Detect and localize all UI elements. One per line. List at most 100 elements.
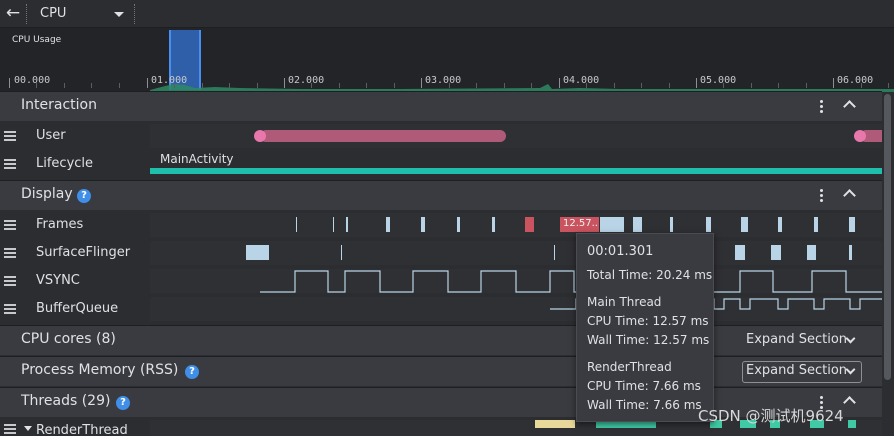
tooltip-timestamp: 00:01.301: [587, 244, 654, 259]
chevron-up-icon[interactable]: [843, 189, 856, 202]
axis-minor-tick: [669, 83, 670, 88]
help-icon[interactable]: ?: [185, 365, 199, 379]
bufferqueue-track: [150, 297, 882, 321]
lifecycle-track: MainActivity: [150, 152, 882, 176]
track-row-bufferqueue[interactable]: BufferQueue: [0, 295, 882, 323]
axis-minor-tick: [449, 83, 450, 88]
axis-minor-tick: [64, 83, 65, 88]
axis-minor-tick: [641, 83, 642, 88]
surfaceflinger-bar[interactable]: [341, 245, 342, 260]
drag-handle-icon[interactable]: [4, 424, 16, 434]
drag-handle-icon[interactable]: [4, 304, 16, 314]
axis-minor-tick: [888, 83, 889, 88]
user-event-dot[interactable]: [854, 130, 866, 142]
drag-handle-icon[interactable]: [4, 276, 16, 286]
axis-tick: [833, 78, 834, 88]
cpu-usage-timeline[interactable]: CPU Usage 00.000 01.000 02.000 03.000 04…: [0, 28, 894, 92]
thread-state-bar[interactable]: [535, 420, 551, 428]
user-track: [150, 124, 882, 148]
drag-handle-icon[interactable]: [4, 220, 16, 230]
surfaceflinger-bar[interactable]: [807, 245, 816, 260]
thread-state-bar[interactable]: [551, 420, 575, 428]
frame-bar[interactable]: [346, 217, 348, 232]
track-label: VSYNC: [36, 273, 80, 288]
cpu-profiler-select[interactable]: CPU: [32, 3, 132, 25]
track-row-user[interactable]: User: [0, 122, 882, 150]
section-title: CPU cores (8): [21, 331, 116, 347]
axis-minor-tick: [311, 83, 312, 88]
frame-bar[interactable]: [706, 217, 711, 232]
frame-bar[interactable]: [849, 217, 855, 232]
user-event-bar[interactable]: [260, 130, 506, 142]
frame-bar[interactable]: [421, 217, 425, 232]
drag-handle-icon[interactable]: [4, 131, 16, 141]
arrow-left-icon: ←: [5, 3, 21, 23]
tooltip-render-wall-time: Wall Time: 7.66 ms: [587, 398, 702, 412]
vertical-scrollbar[interactable]: [884, 94, 891, 380]
drag-handle-icon[interactable]: [4, 159, 16, 169]
frame-bar[interactable]: [386, 217, 390, 232]
dropdown-arrow-icon: [114, 12, 124, 17]
janky-frame-bar[interactable]: [525, 217, 534, 232]
section-interaction[interactable]: Interaction: [0, 91, 882, 121]
frame-bar[interactable]: [296, 217, 297, 232]
surfaceflinger-bar[interactable]: [849, 245, 852, 260]
axis-minor-tick: [229, 83, 230, 88]
section-title: Process Memory (RSS): [21, 362, 179, 378]
axis-minor-tick: [806, 83, 807, 88]
frame-bar[interactable]: [814, 217, 818, 232]
track-label: Frames: [36, 217, 84, 232]
help-icon[interactable]: ?: [116, 396, 130, 410]
track-label: RenderThread: [36, 423, 128, 436]
lifecycle-bar[interactable]: [150, 168, 882, 174]
surfaceflinger-bar[interactable]: [554, 245, 555, 260]
more-vert-icon[interactable]: [817, 97, 827, 117]
track-row-lifecycle[interactable]: Lifecycle MainActivity: [0, 150, 882, 178]
axis-tick-label: 03.000: [425, 75, 462, 86]
frame-bar[interactable]: [778, 217, 782, 232]
track-label: SurfaceFlinger: [36, 245, 131, 260]
section-title: Display: [21, 186, 73, 202]
expand-section-button[interactable]: Expand Section: [746, 332, 847, 347]
user-event-dot[interactable]: [254, 130, 266, 142]
frame-bar[interactable]: [457, 217, 460, 232]
section-title: Interaction: [21, 97, 97, 113]
back-button[interactable]: ←: [2, 3, 24, 25]
section-title: Threads (29): [21, 393, 111, 409]
selected-frame-bar[interactable]: 12.57...: [560, 217, 599, 232]
expand-thread-icon[interactable]: [24, 426, 32, 431]
axis-minor-tick: [366, 83, 367, 88]
axis-minor-tick: [476, 83, 477, 88]
track-row-frames[interactable]: Frames 12.57...: [0, 211, 882, 239]
section-cpu-cores[interactable]: CPU cores (8) Expand Section: [0, 325, 882, 355]
thread-state-bar[interactable]: [848, 420, 856, 428]
track-row-surfaceflinger[interactable]: SurfaceFlinger: [0, 239, 882, 267]
frame-bar[interactable]: [741, 217, 748, 232]
track-label: User: [36, 128, 66, 143]
axis-tick: [284, 78, 285, 88]
chevron-up-icon[interactable]: [843, 100, 856, 113]
drag-handle-icon[interactable]: [4, 248, 16, 258]
surfaceflinger-bar[interactable]: [735, 245, 745, 260]
axis-minor-tick: [394, 83, 395, 88]
surfaceflinger-bar[interactable]: [771, 245, 781, 260]
more-vert-icon[interactable]: [817, 186, 827, 206]
help-icon[interactable]: ?: [77, 189, 91, 203]
section-process-memory[interactable]: Process Memory (RSS) ? Expand Section: [0, 356, 882, 386]
axis-minor-tick: [778, 83, 779, 88]
surfaceflinger-bar[interactable]: [246, 245, 269, 260]
axis-minor-tick: [257, 83, 258, 88]
expand-section-label: Expand Section: [746, 363, 848, 378]
frame-bar[interactable]: [600, 217, 624, 232]
vsync-signal: [260, 270, 882, 293]
chevron-up-icon[interactable]: [843, 396, 856, 409]
frame-bar[interactable]: [492, 217, 495, 232]
frame-bar[interactable]: [633, 217, 642, 232]
frame-bar[interactable]: [333, 217, 334, 232]
track-row-vsync[interactable]: VSYNC: [0, 267, 882, 295]
frame-bar[interactable]: [670, 217, 673, 232]
axis-minor-tick: [202, 83, 203, 88]
axis-tick-label: 04.000: [563, 75, 600, 86]
section-display[interactable]: Display ?: [0, 180, 882, 210]
lifecycle-event-label: MainActivity: [160, 152, 234, 166]
